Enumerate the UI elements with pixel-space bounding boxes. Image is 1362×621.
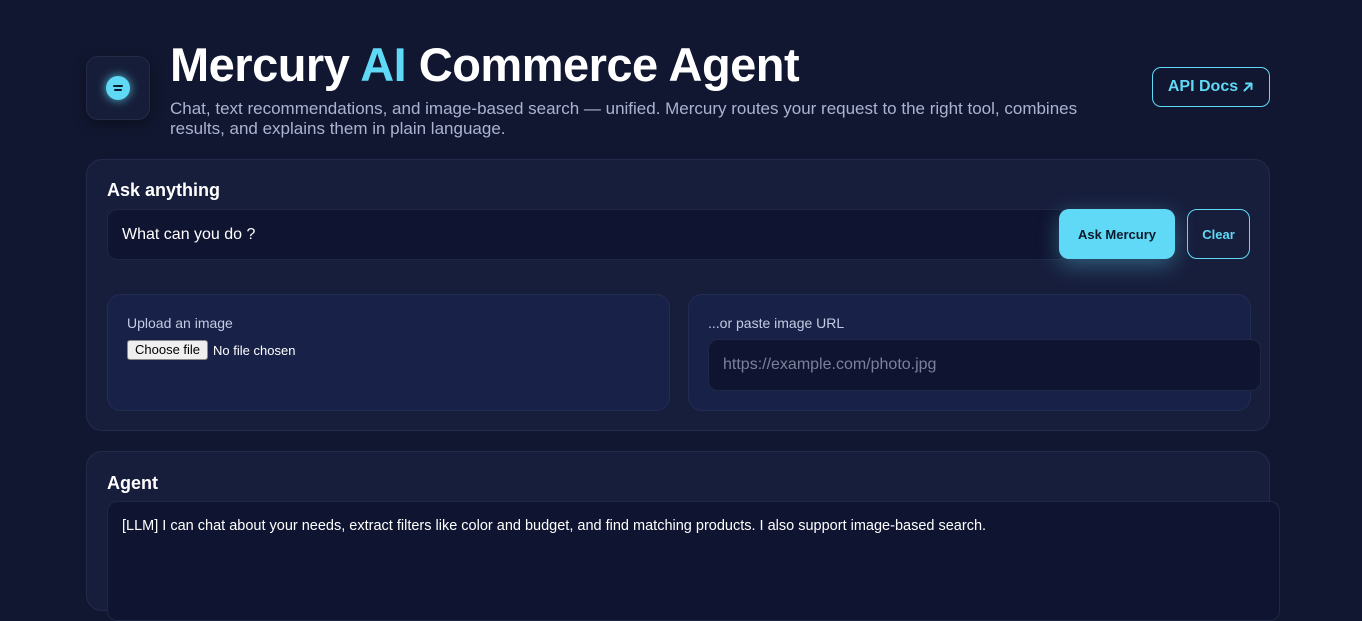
agent-title: Agent — [107, 473, 158, 493]
image-url-input[interactable] — [708, 339, 1261, 391]
url-label: ...or paste image URL — [708, 315, 845, 331]
header: Mercury AI Commerce Agent Chat, text rec… — [86, 38, 1270, 148]
api-docs-label: API Docs — [1167, 78, 1239, 95]
app-logo — [86, 56, 150, 120]
agent-response: [LLM] I can chat about your needs, extra… — [107, 501, 1280, 621]
agent-card: Agent [LLM] I can chat about your needs,… — [86, 451, 1280, 621]
query-input[interactable] — [107, 209, 1067, 260]
file-status: No file chosen — [213, 342, 296, 358]
title-prefix: Mercury — [170, 38, 350, 91]
clear-button[interactable]: Clear — [1187, 209, 1250, 259]
page-title: Mercury AI Commerce Agent — [170, 38, 800, 92]
title-suffix: Commerce Agent — [418, 38, 800, 91]
url-panel: ...or paste image URL — [688, 294, 1261, 411]
upload-label: Upload an image — [127, 315, 233, 331]
upload-panel: Upload an image Choose file No file chos… — [107, 294, 670, 411]
ask-mercury-button[interactable]: Ask Mercury — [1059, 209, 1175, 259]
api-docs-button[interactable]: API Docs — [1152, 67, 1270, 107]
page-subtitle: Chat, text recommendations, and image-ba… — [170, 99, 1078, 138]
file-input: Choose file No file chosen — [127, 340, 295, 360]
logo-chat-icon — [106, 76, 130, 100]
title-accent: AI — [360, 38, 407, 91]
ask-title: Ask anything — [107, 180, 221, 200]
ask-card: Ask anything Ask Mercury Clear Upload an… — [86, 159, 1270, 431]
choose-file-button[interactable]: Choose file — [127, 340, 209, 360]
arrow-up-right-icon — [1243, 82, 1253, 92]
